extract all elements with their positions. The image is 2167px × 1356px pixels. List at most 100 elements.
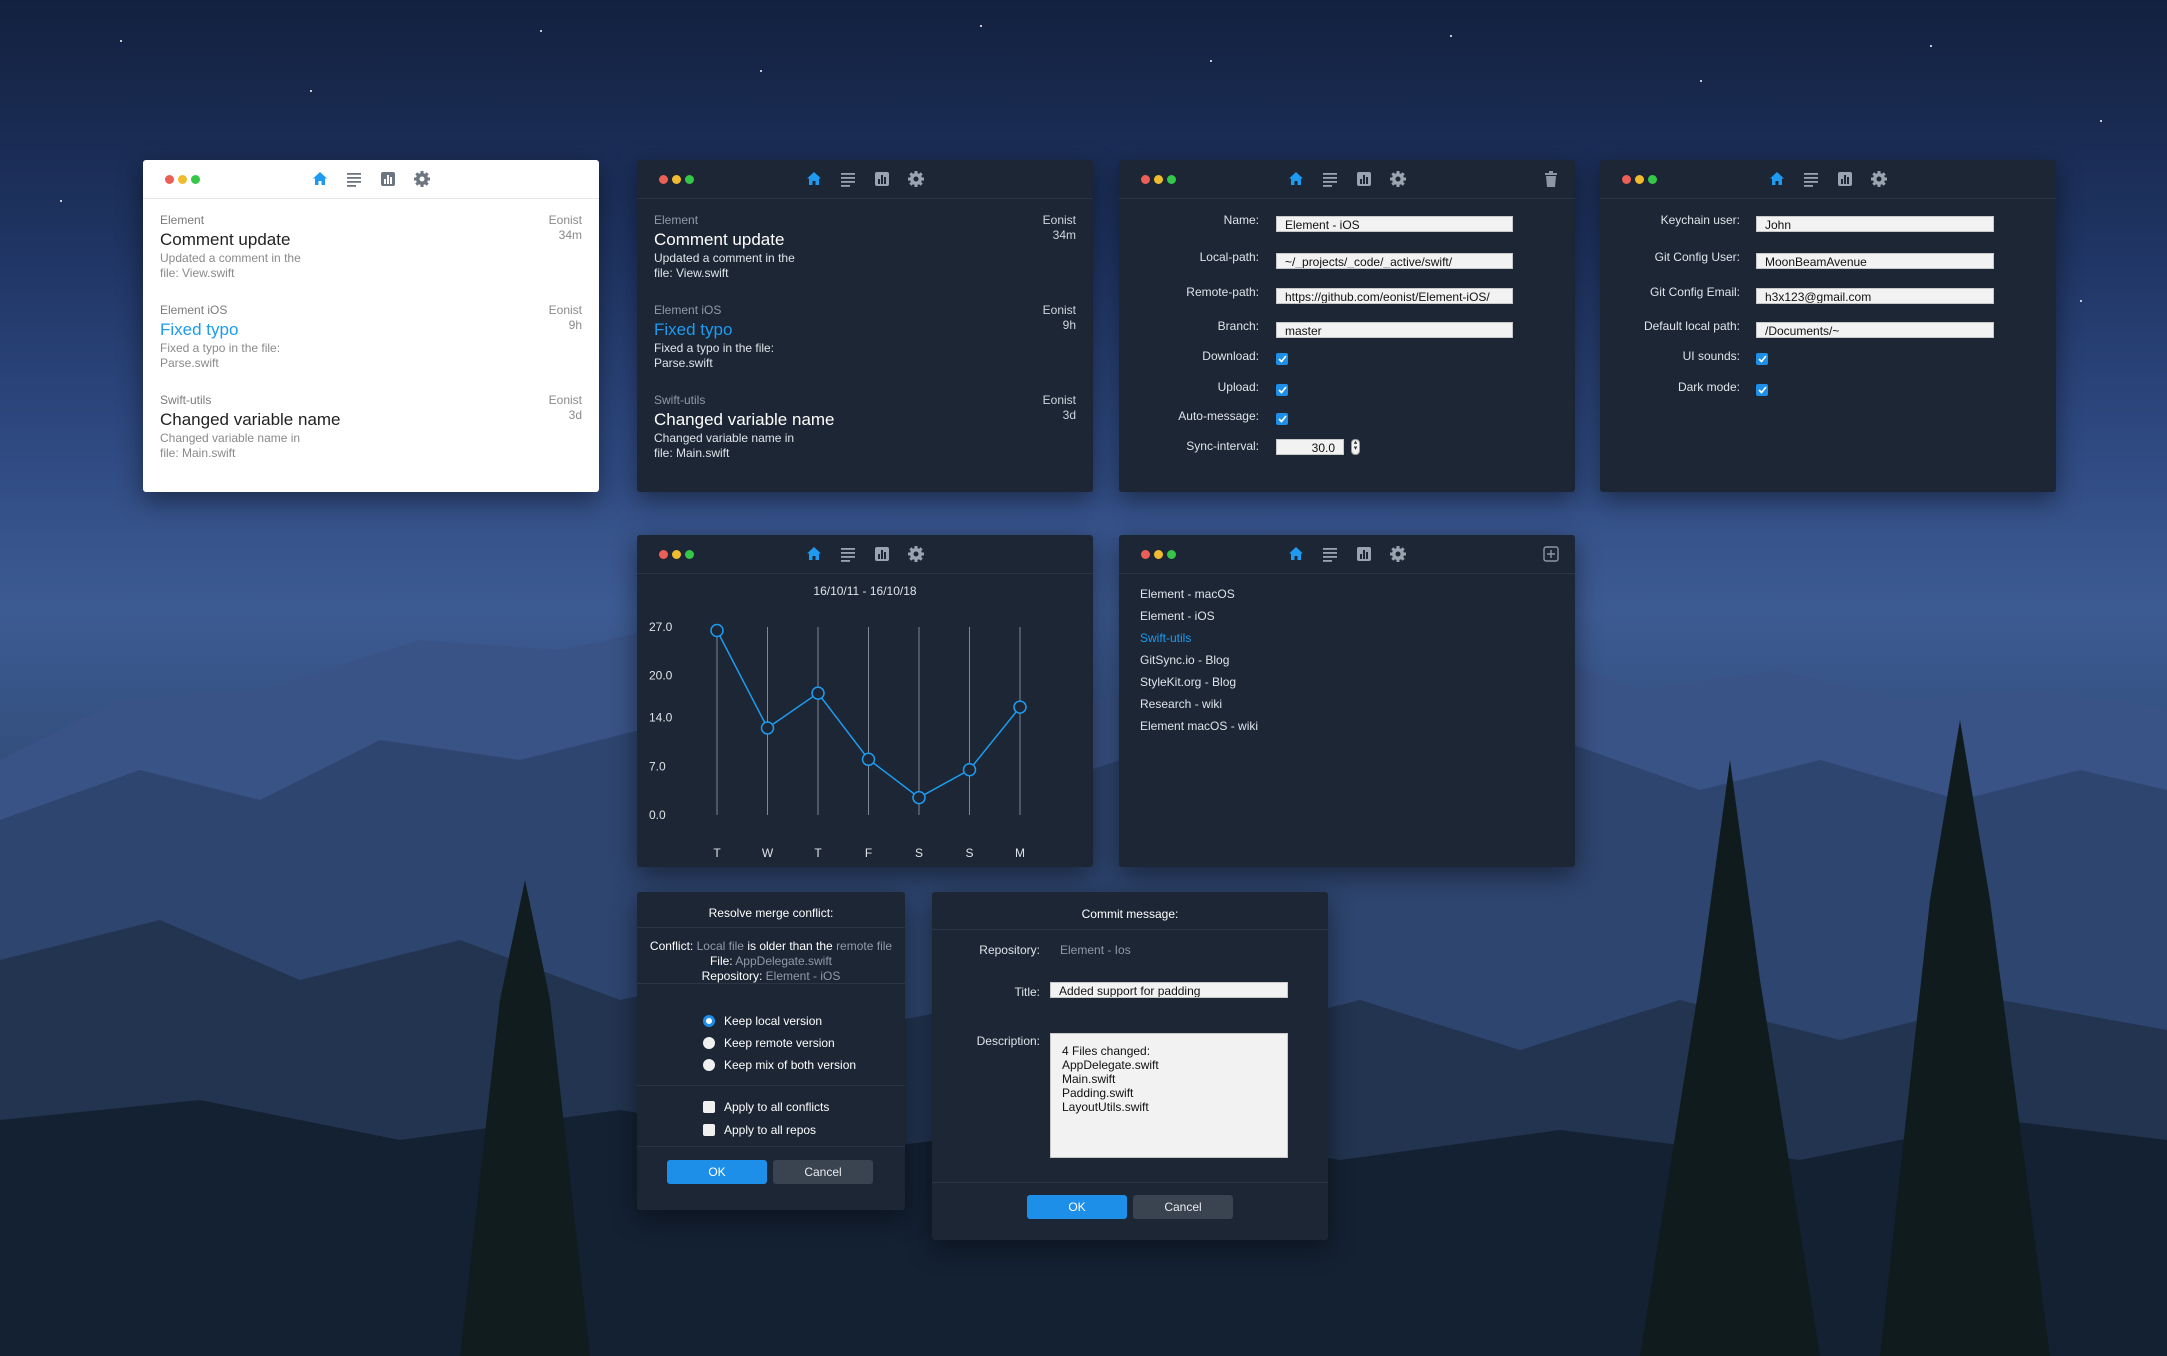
upload-checkbox[interactable] — [1276, 384, 1288, 396]
close-button[interactable] — [165, 175, 174, 184]
close-button[interactable] — [659, 550, 668, 559]
commit-list: Element Comment update Updated a comment… — [143, 199, 599, 483]
gear-icon[interactable] — [412, 169, 432, 189]
commit-desc-line-2: file: View.swift — [654, 266, 729, 280]
stats-window: 16/10/11 - 16/10/18 27.0 20.0 14.0 7.0 0.0 T… — [637, 535, 1093, 867]
ok-button[interactable]: OK — [667, 1160, 767, 1184]
download-checkbox[interactable] — [1276, 353, 1288, 365]
add-icon[interactable] — [1541, 544, 1561, 564]
minimize-button[interactable] — [1635, 175, 1644, 184]
zoom-button[interactable] — [1648, 175, 1657, 184]
commit-item[interactable]: Swift-utils Changed variable name Change… — [654, 393, 1076, 483]
gear-icon[interactable] — [906, 169, 926, 189]
chart-icon[interactable] — [1354, 544, 1374, 564]
gear-icon[interactable] — [1869, 169, 1889, 189]
chart-icon[interactable] — [872, 544, 892, 564]
git-config-user-field[interactable]: MoonBeamAvenue — [1756, 253, 1994, 269]
gear-icon[interactable] — [1388, 169, 1408, 189]
dark-mode-label: Dark mode: — [1677, 380, 1740, 394]
local-file-text: Local file — [696, 939, 744, 953]
cancel-button[interactable]: Cancel — [773, 1160, 873, 1184]
list-icon[interactable] — [1320, 169, 1340, 189]
name-field[interactable]: Element - iOS — [1276, 216, 1513, 232]
gear-icon[interactable] — [1388, 544, 1408, 564]
ok-button[interactable]: OK — [1027, 1195, 1127, 1219]
home-icon[interactable] — [1286, 544, 1306, 564]
x-tick-label: M — [1015, 846, 1025, 860]
list-icon[interactable] — [344, 169, 364, 189]
remote-path-field[interactable]: https://github.com/eonist/Element-iOS/ — [1276, 288, 1513, 304]
keep-remote-radio[interactable] — [703, 1037, 715, 1049]
sync-interval-stepper[interactable]: ▴ ▾ — [1351, 439, 1360, 455]
home-icon[interactable] — [1767, 169, 1787, 189]
commit-item[interactable]: Element iOS Fixed typo Fixed a typo in t… — [160, 303, 582, 393]
minimize-button[interactable] — [1154, 175, 1163, 184]
minimize-button[interactable] — [672, 550, 681, 559]
keep-local-radio[interactable] — [703, 1015, 715, 1027]
description-textarea[interactable]: 4 Files changed: AppDelegate.swift Main.… — [1050, 1033, 1288, 1158]
sync-interval-field[interactable]: 30.0 — [1276, 439, 1344, 455]
commit-title-field[interactable]: Added support for padding — [1050, 982, 1288, 998]
chart-icon[interactable] — [872, 169, 892, 189]
repo-list-item[interactable]: Research - wiki — [1140, 697, 1222, 711]
cancel-button[interactable]: Cancel — [1133, 1195, 1233, 1219]
close-button[interactable] — [1622, 175, 1631, 184]
default-local-path-field[interactable]: /Documents/~ — [1756, 322, 1994, 338]
list-icon[interactable] — [1801, 169, 1821, 189]
close-button[interactable] — [659, 175, 668, 184]
apply-all-repos-checkbox[interactable] — [703, 1124, 715, 1136]
commit-item[interactable]: Element Comment update Updated a comment… — [654, 213, 1076, 303]
repo-list-item[interactable]: Element - macOS — [1140, 587, 1235, 601]
gear-icon[interactable] — [906, 544, 926, 564]
commit-desc-line-1: Changed variable name in — [654, 431, 795, 445]
commit-repo: Element — [654, 213, 699, 227]
minimize-button[interactable] — [1154, 550, 1163, 559]
zoom-button[interactable] — [685, 550, 694, 559]
local-path-field[interactable]: ~/_projects/_code/_active/swift/ — [1276, 253, 1513, 269]
repo-list-item-selected[interactable]: Swift-utils — [1140, 631, 1191, 645]
commit-item[interactable]: Swift-utils Changed variable name Change… — [160, 393, 582, 483]
dark-mode-checkbox[interactable] — [1756, 384, 1768, 396]
ui-sounds-checkbox[interactable] — [1756, 353, 1768, 365]
chart-icon[interactable] — [1835, 169, 1855, 189]
close-button[interactable] — [1141, 550, 1150, 559]
apply-all-conflicts-checkbox[interactable] — [703, 1101, 715, 1113]
zoom-button[interactable] — [1167, 550, 1176, 559]
git-config-email-field[interactable]: h3x123@gmail.com — [1756, 288, 1994, 304]
close-button[interactable] — [1141, 175, 1150, 184]
keep-mix-radio[interactable] — [703, 1059, 715, 1071]
description-line: AppDelegate.swift — [1062, 1058, 1159, 1072]
repo-list-item[interactable]: Element macOS - wiki — [1140, 719, 1258, 733]
keep-local-label: Keep local version — [724, 1014, 823, 1028]
commit-item[interactable]: Element Comment update Updated a comment… — [160, 213, 582, 303]
commit-title: Fixed typo — [654, 320, 733, 339]
zoom-button[interactable] — [685, 175, 694, 184]
zoom-button[interactable] — [191, 175, 200, 184]
commit-time: 9h — [568, 318, 582, 332]
chart-icon[interactable] — [378, 169, 398, 189]
auto-message-checkbox[interactable] — [1276, 413, 1288, 425]
commit-author: Eonist — [1042, 303, 1076, 317]
list-icon[interactable] — [1320, 544, 1340, 564]
minimize-button[interactable] — [672, 175, 681, 184]
commit-author: Eonist — [548, 213, 582, 227]
repo-list-item[interactable]: Element - iOS — [1140, 609, 1215, 623]
home-icon[interactable] — [310, 169, 330, 189]
divider — [1119, 198, 1575, 199]
home-icon[interactable] — [804, 169, 824, 189]
commit-item[interactable]: Element iOS Fixed typo Fixed a typo in t… — [654, 303, 1076, 393]
home-icon[interactable] — [1286, 169, 1306, 189]
zoom-button[interactable] — [1167, 175, 1176, 184]
trash-icon[interactable] — [1541, 169, 1561, 189]
minimize-button[interactable] — [178, 175, 187, 184]
repo-list-item[interactable]: GitSync.io - Blog — [1140, 653, 1229, 667]
branch-field[interactable]: master — [1276, 322, 1513, 338]
repo-list-item[interactable]: StyleKit.org - Blog — [1140, 675, 1236, 689]
chart-icon[interactable] — [1354, 169, 1374, 189]
description-line: LayoutUtils.swift — [1062, 1100, 1149, 1114]
git-config-user-label: Git Config User: — [1654, 250, 1740, 264]
home-icon[interactable] — [804, 544, 824, 564]
list-icon[interactable] — [838, 169, 858, 189]
keychain-user-field[interactable]: John — [1756, 216, 1994, 232]
list-icon[interactable] — [838, 544, 858, 564]
